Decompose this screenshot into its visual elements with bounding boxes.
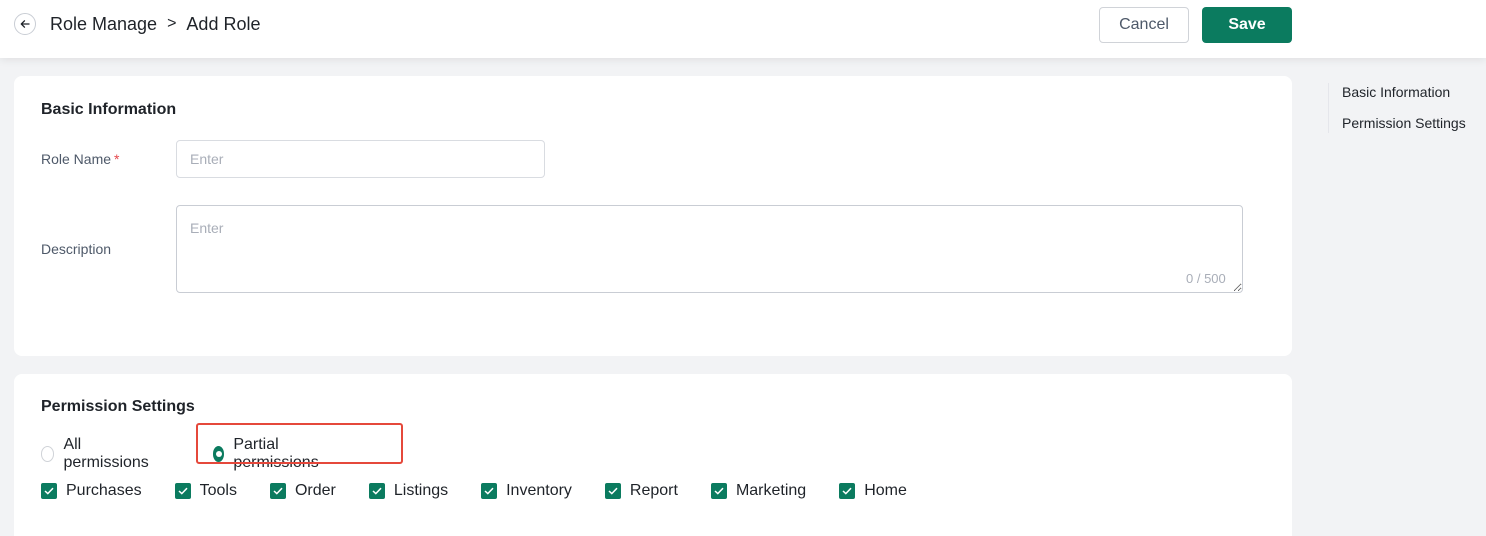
back-button[interactable] bbox=[14, 13, 36, 35]
anchor-link-basic-information[interactable]: Basic Information bbox=[1342, 84, 1450, 100]
checkbox-home[interactable]: Home bbox=[839, 482, 907, 500]
basic-information-title: Basic Information bbox=[41, 101, 177, 118]
description-textarea[interactable] bbox=[176, 205, 1243, 293]
checkbox-report[interactable]: Report bbox=[604, 482, 678, 500]
checkbox-report-label: Report bbox=[629, 482, 678, 499]
checkbox-home-label: Home bbox=[864, 482, 907, 499]
checkbox-order[interactable]: Order bbox=[269, 482, 336, 500]
checkbox-marketing[interactable]: Marketing bbox=[710, 482, 807, 500]
basic-information-card: Basic Information Role Name* Description… bbox=[14, 76, 1292, 356]
page-header: Role Manage > Add Role Cancel Save bbox=[0, 0, 1486, 58]
checkbox-checked-icon bbox=[41, 483, 57, 499]
checkbox-tools-label: Tools bbox=[199, 482, 237, 499]
checkbox-purchases-label: Purchases bbox=[66, 482, 142, 499]
checkbox-checked-icon bbox=[710, 483, 727, 499]
role-name-input[interactable] bbox=[176, 140, 545, 178]
radio-all-permissions-label: All permissions bbox=[63, 436, 149, 471]
breadcrumb: Role Manage > Add Role bbox=[50, 13, 260, 35]
checkbox-tools[interactable]: Tools bbox=[174, 482, 237, 500]
checkbox-inventory[interactable]: Inventory bbox=[481, 482, 572, 500]
radio-all-permissions[interactable]: All permissions bbox=[41, 436, 151, 472]
role-name-label-text: Role Name bbox=[41, 151, 112, 167]
checkbox-inventory-label: Inventory bbox=[506, 482, 572, 499]
description-char-counter: 0 / 500 bbox=[1186, 271, 1226, 286]
module-checkbox-list: Purchases Tools Order Listings Inventory… bbox=[41, 482, 907, 500]
anchor-side-nav: Basic Information Permission Settings bbox=[1328, 83, 1478, 133]
description-label: Description bbox=[41, 241, 112, 257]
anchor-link-permission-settings[interactable]: Permission Settings bbox=[1342, 115, 1466, 131]
highlight-annotation-box bbox=[196, 423, 403, 464]
breadcrumb-current: Add Role bbox=[186, 13, 261, 34]
required-asterisk: * bbox=[114, 151, 120, 167]
checkbox-checked-icon bbox=[174, 483, 191, 499]
breadcrumb-parent[interactable]: Role Manage bbox=[50, 14, 157, 35]
checkbox-purchases[interactable]: Purchases bbox=[41, 482, 142, 500]
checkbox-marketing-label: Marketing bbox=[735, 482, 807, 499]
checkbox-listings-label: Listings bbox=[393, 482, 449, 499]
checkbox-checked-icon bbox=[481, 483, 498, 499]
permission-settings-card: Permission Settings All permissions Part… bbox=[14, 374, 1292, 536]
checkbox-checked-icon bbox=[269, 483, 286, 499]
checkbox-order-label: Order bbox=[294, 482, 336, 499]
checkbox-checked-icon bbox=[604, 483, 621, 499]
checkbox-checked-icon bbox=[839, 483, 856, 499]
radio-unchecked-icon bbox=[41, 446, 55, 462]
checkbox-listings[interactable]: Listings bbox=[368, 482, 449, 500]
permission-settings-title: Permission Settings bbox=[41, 398, 195, 415]
breadcrumb-separator: > bbox=[167, 15, 177, 32]
arrow-left-icon bbox=[20, 20, 30, 28]
role-name-label: Role Name * bbox=[41, 151, 119, 167]
save-button[interactable]: Save bbox=[1202, 7, 1292, 43]
checkbox-checked-icon bbox=[368, 483, 385, 499]
cancel-button[interactable]: Cancel bbox=[1099, 7, 1189, 43]
